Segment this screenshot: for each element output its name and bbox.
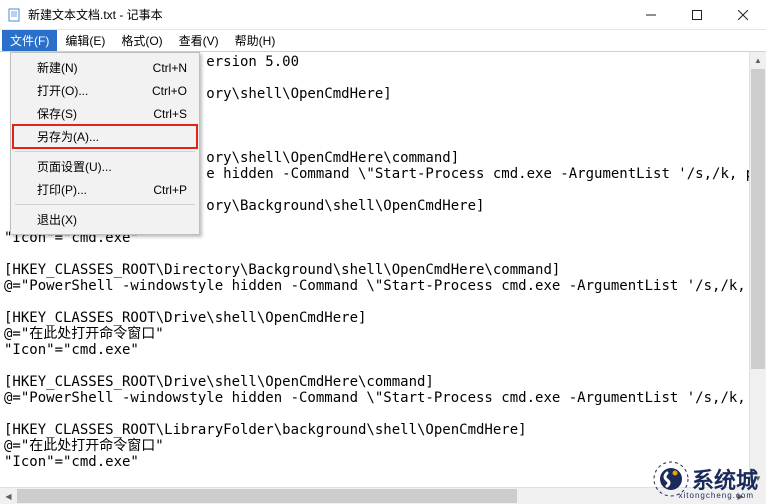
vertical-scrollbar[interactable]: ▲ ▼ [749, 52, 766, 487]
horizontal-scrollbar[interactable]: ◀ ▶ [0, 487, 749, 504]
menu-item-shortcut: Ctrl+O [152, 84, 187, 98]
file-menu-item[interactable]: 页面设置(U)... [13, 155, 197, 178]
window-title: 新建文本文档.txt - 记事本 [28, 6, 628, 23]
horizontal-scroll-thumb[interactable] [17, 489, 517, 503]
vertical-scroll-thumb[interactable] [751, 69, 765, 369]
menu-item-shortcut: Ctrl+P [153, 183, 187, 197]
close-button[interactable] [720, 0, 766, 29]
notepad-icon [6, 7, 22, 23]
menu-item-label: 保存(S) [37, 105, 153, 122]
file-menu-item[interactable]: 打开(O)...Ctrl+O [13, 79, 197, 102]
scroll-left-arrow-icon[interactable]: ◀ [0, 488, 17, 504]
file-menu-item[interactable]: 另存为(A)... [13, 125, 197, 148]
file-menu-item[interactable]: 打印(P)...Ctrl+P [13, 178, 197, 201]
menu-item-label: 打印(P)... [37, 181, 153, 198]
menu-help[interactable]: 帮助(H) [227, 30, 284, 51]
minimize-button[interactable] [628, 0, 674, 29]
menu-separator [15, 204, 195, 205]
menubar: 文件(F) 编辑(E) 格式(O) 查看(V) 帮助(H) [0, 30, 766, 52]
watermark: 系统城 xitongcheng.com [652, 460, 758, 498]
menu-file[interactable]: 文件(F) [2, 30, 57, 51]
file-menu-item[interactable]: 退出(X) [13, 208, 197, 231]
file-menu-dropdown: 新建(N)Ctrl+N打开(O)...Ctrl+O保存(S)Ctrl+S另存为(… [10, 52, 200, 235]
titlebar: 新建文本文档.txt - 记事本 [0, 0, 766, 30]
menu-item-label: 页面设置(U)... [37, 158, 187, 175]
menu-item-shortcut: Ctrl+S [153, 107, 187, 121]
menu-format[interactable]: 格式(O) [113, 30, 170, 51]
file-menu-item[interactable]: 新建(N)Ctrl+N [13, 56, 197, 79]
menu-item-shortcut: Ctrl+N [153, 61, 187, 75]
menu-view[interactable]: 查看(V) [171, 30, 227, 51]
window-controls [628, 0, 766, 29]
watermark-text-en: xitongcheng.com [679, 491, 754, 500]
menu-item-label: 另存为(A)... [37, 128, 187, 145]
file-menu-item[interactable]: 保存(S)Ctrl+S [13, 102, 197, 125]
menu-item-label: 打开(O)... [37, 82, 152, 99]
menu-item-label: 新建(N) [37, 59, 153, 76]
maximize-button[interactable] [674, 0, 720, 29]
menu-edit[interactable]: 编辑(E) [57, 30, 113, 51]
menu-item-label: 退出(X) [37, 211, 187, 228]
scroll-up-arrow-icon[interactable]: ▲ [750, 52, 766, 69]
menu-separator [15, 151, 195, 152]
